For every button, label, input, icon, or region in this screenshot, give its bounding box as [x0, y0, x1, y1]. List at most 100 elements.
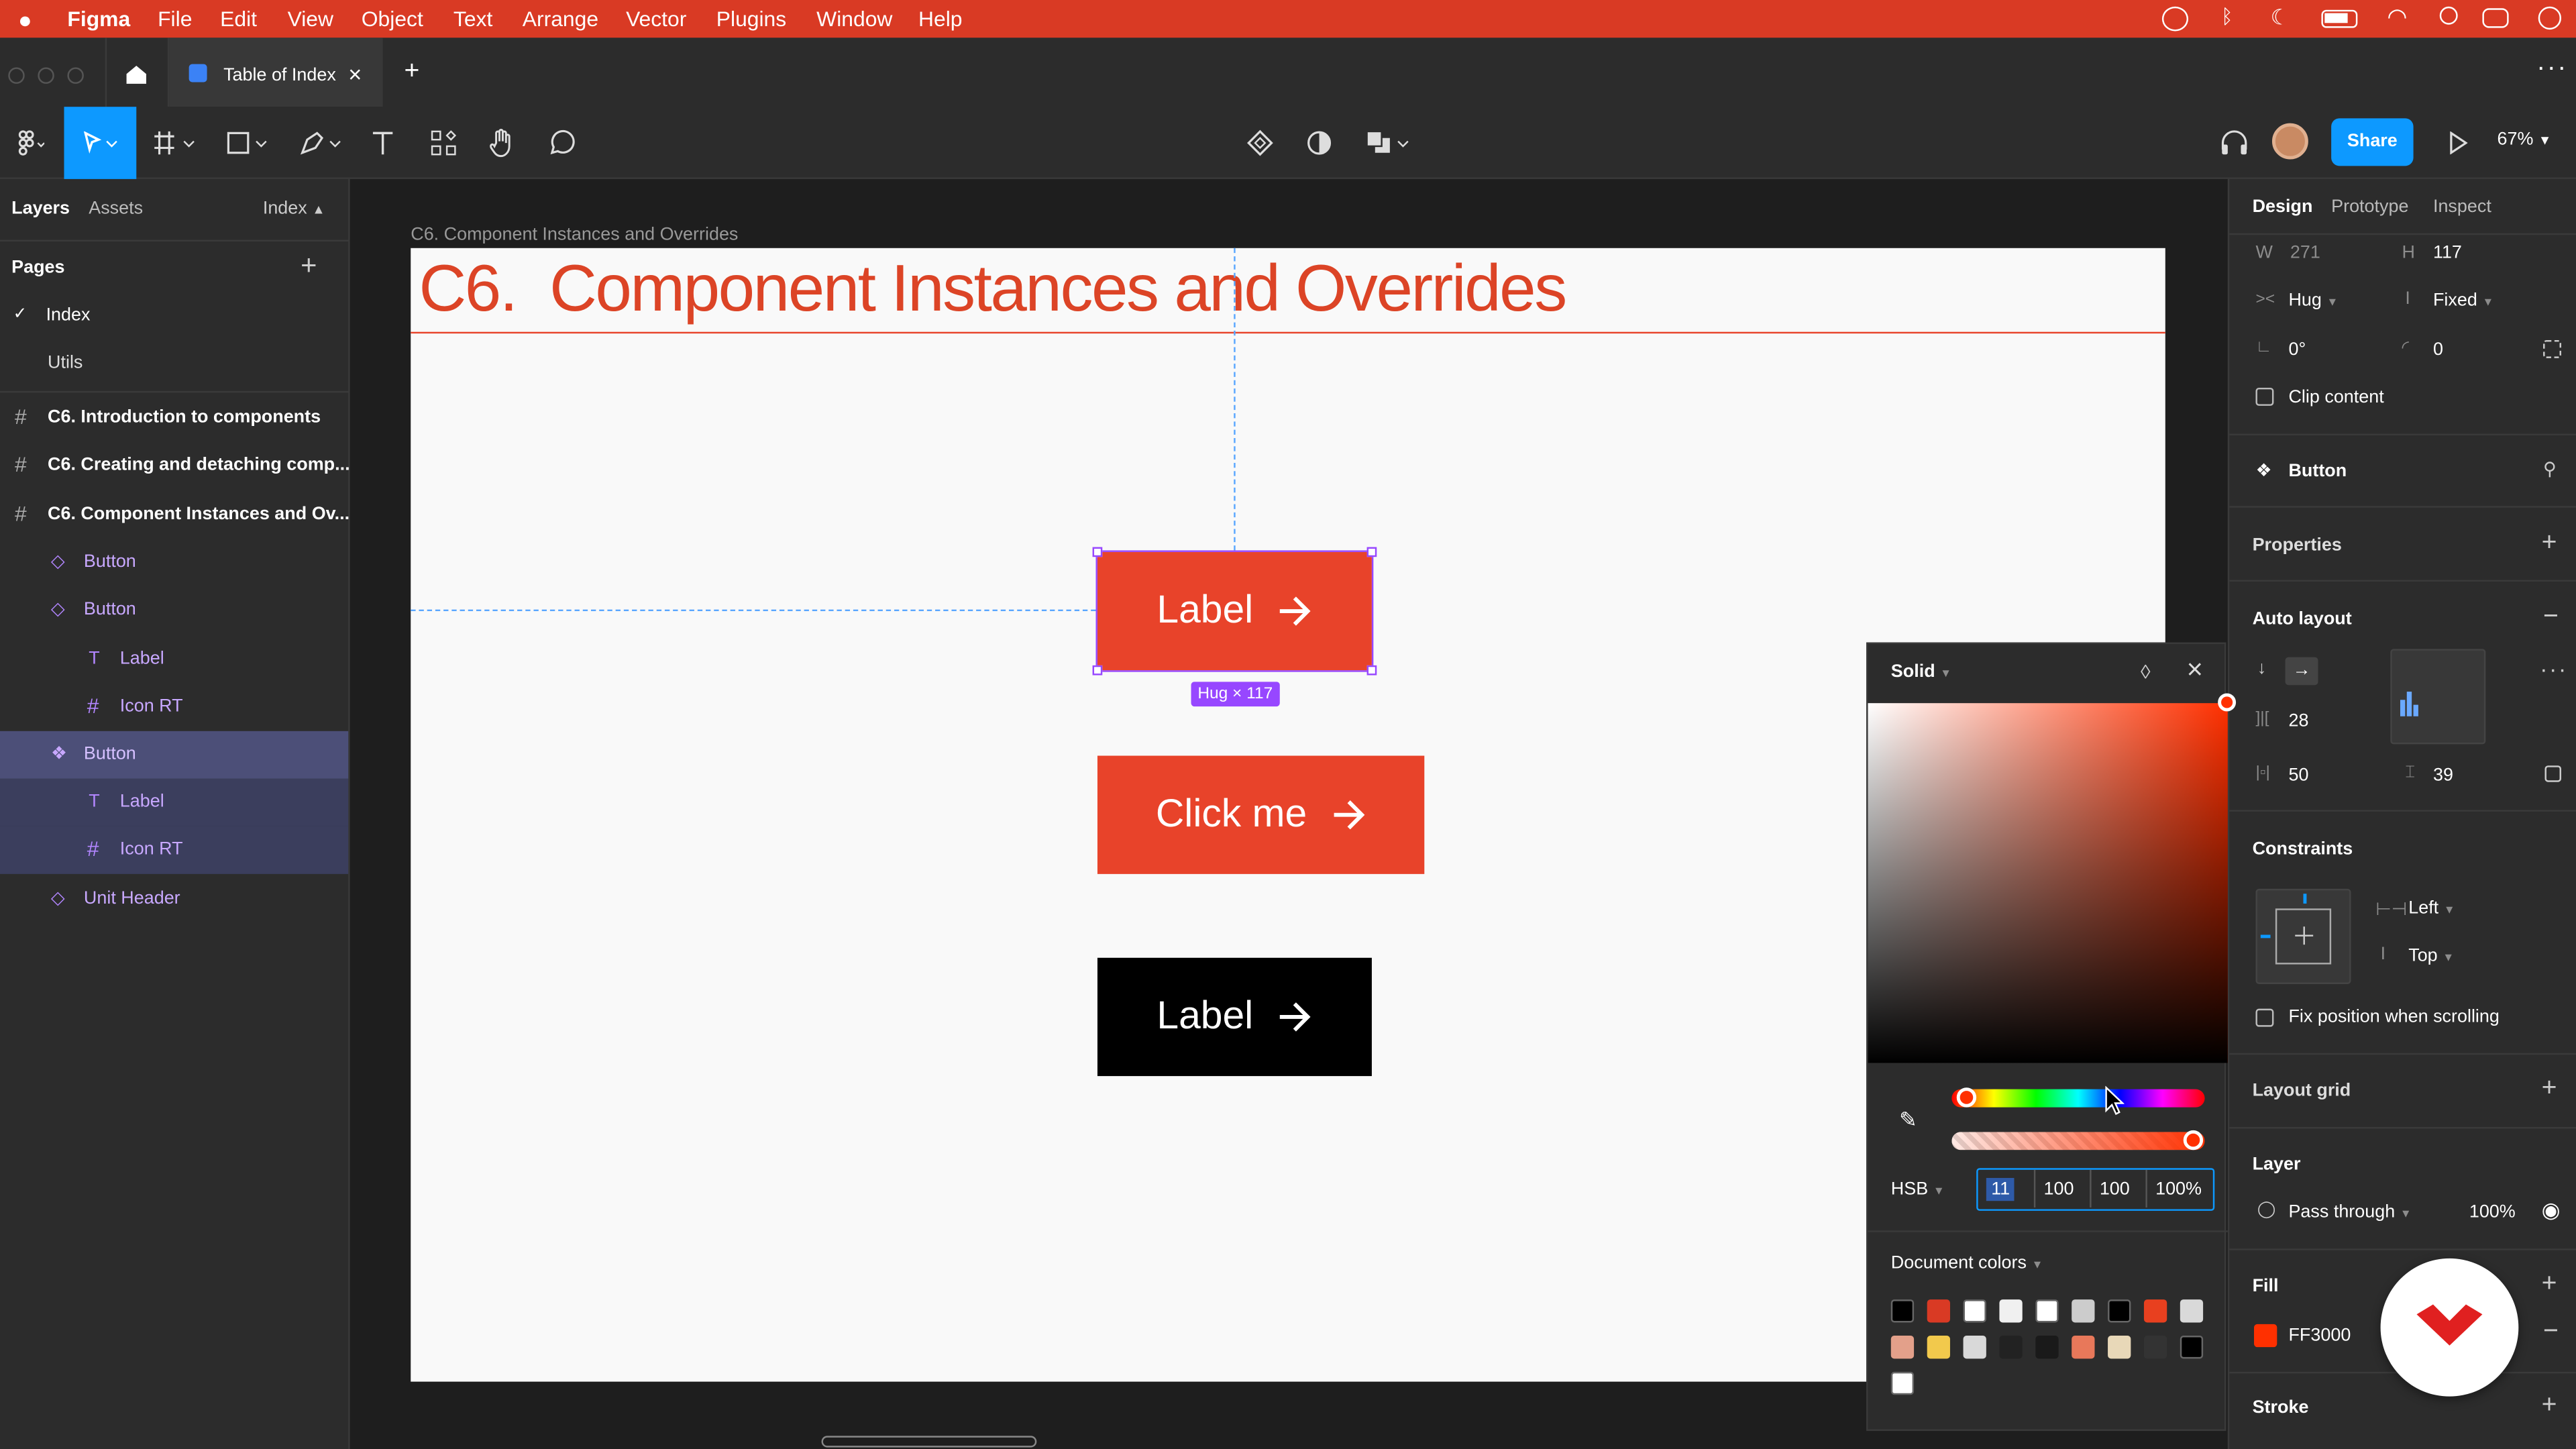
hue-input[interactable]: 11 [1991, 1179, 2010, 1199]
layer-instance[interactable]: ◇ Button [0, 586, 348, 634]
vertical-padding-input[interactable]: 39 [2433, 765, 2453, 785]
add-fill-icon[interactable]: + [2542, 1270, 2557, 1299]
main-menu-button[interactable] [0, 107, 59, 179]
app-name[interactable]: Figma [67, 7, 130, 32]
alpha-input[interactable]: 100% [2155, 1179, 2202, 1199]
layer-frame[interactable]: # C6. Component Instances and Ov... [0, 491, 350, 539]
shape-tool-button[interactable] [222, 107, 278, 179]
color-swatch[interactable] [1890, 1299, 1915, 1323]
layer-opacity-input[interactable]: 100% [2469, 1203, 2516, 1222]
window-minimize-button[interactable] [38, 67, 54, 84]
direction-horizontal-icon[interactable]: → [2285, 657, 2318, 686]
frame-name-label[interactable]: C6. Component Instances and Overrides [411, 225, 738, 245]
menu-help[interactable]: Help [918, 7, 963, 32]
color-swatch[interactable] [2180, 1299, 2204, 1323]
page-selector[interactable]: Index ▲ [263, 199, 325, 218]
blend-mode-dropdown[interactable]: Pass through ▼ [2288, 1203, 2411, 1222]
color-swatch[interactable] [1890, 1336, 1915, 1359]
home-icon[interactable] [125, 64, 148, 86]
document-colors-dropdown[interactable]: Document colors ▼ [1891, 1254, 2043, 1273]
tab-design[interactable]: Design [2253, 197, 2313, 217]
saturation-input[interactable]: 100 [2044, 1179, 2074, 1199]
color-swatch[interactable] [1999, 1299, 2023, 1323]
constraints-widget[interactable] [2255, 888, 2351, 984]
color-swatch[interactable] [1890, 1371, 1915, 1395]
menu-window[interactable]: Window [816, 7, 892, 32]
boolean-tool-button[interactable] [1360, 107, 1419, 179]
search-icon[interactable] [2439, 6, 2458, 25]
color-swatch[interactable] [2180, 1336, 2204, 1359]
control-center-icon[interactable] [2482, 8, 2509, 28]
menu-vector[interactable]: Vector [626, 7, 686, 32]
color-swatch[interactable] [2035, 1299, 2059, 1323]
component-settings-icon[interactable]: ⚲ [2543, 458, 2557, 480]
layer-text[interactable]: T Label [0, 778, 349, 826]
window-zoom-button[interactable] [67, 67, 84, 84]
rotation-input[interactable]: 0° [2288, 340, 2306, 360]
close-tab-icon[interactable]: × [348, 61, 362, 87]
style-icon[interactable]: ◊ [2141, 660, 2151, 683]
independent-corners-icon[interactable] [2543, 339, 2561, 358]
opacity-slider-handle[interactable] [2183, 1130, 2204, 1150]
layer-text[interactable]: T Label [0, 636, 348, 684]
remove-auto-layout-icon[interactable]: − [2543, 603, 2559, 633]
menu-file[interactable]: File [158, 7, 192, 32]
page-heading[interactable]: C6. Component Instances and Overrides [419, 253, 1567, 327]
tab-inspect[interactable]: Inspect [2433, 197, 2491, 217]
fill-type-dropdown[interactable]: Solid ▼ [1891, 662, 1951, 682]
menu-arrange[interactable]: Arrange [523, 7, 598, 32]
button-instance-selected[interactable]: Label [1095, 550, 1374, 672]
auto-layout-more-icon[interactable]: ··· [2540, 655, 2568, 682]
color-swatch[interactable] [1963, 1299, 1986, 1323]
pen-tool-button[interactable] [296, 107, 352, 179]
color-swatch[interactable] [1999, 1336, 2023, 1359]
color-swatch[interactable] [1963, 1336, 1986, 1359]
color-swatch[interactable] [2072, 1299, 2095, 1323]
width-mode-dropdown[interactable]: Hug ▼ [2288, 290, 2338, 310]
layer-frame[interactable]: # C6. Introduction to components [0, 394, 348, 442]
present-button[interactable] [2438, 107, 2477, 179]
tab-layers[interactable]: Layers [11, 199, 70, 218]
resources-button[interactable] [424, 107, 464, 179]
vertical-constraint-dropdown[interactable]: Top ▼ [2408, 947, 2454, 966]
width-input[interactable]: 271 [2290, 243, 2320, 262]
layer-instance[interactable]: ◇ Unit Header [0, 875, 348, 923]
button-instance[interactable]: Click me [1097, 755, 1425, 874]
height-input[interactable]: 117 [2433, 243, 2462, 262]
text-tool-button[interactable] [365, 107, 401, 179]
zoom-dropdown[interactable]: 67% ▼ [2497, 129, 2551, 149]
menu-edit[interactable]: Edit [220, 7, 257, 32]
menu-object[interactable]: Object [362, 7, 423, 32]
opacity-slider[interactable] [1951, 1132, 2205, 1150]
menu-plugins[interactable]: Plugins [716, 7, 786, 32]
mask-tool-button[interactable] [1299, 107, 1339, 179]
clip-content-checkbox[interactable] [2255, 387, 2274, 406]
bluetooth-icon[interactable]: ᛒ [2221, 5, 2233, 28]
fill-swatch[interactable] [2254, 1324, 2277, 1348]
horizontal-scrollbar[interactable] [821, 1436, 1037, 1448]
spacing-input[interactable]: 28 [2288, 711, 2308, 731]
color-swatch[interactable] [2143, 1336, 2167, 1359]
tab-prototype[interactable]: Prototype [2331, 197, 2408, 217]
direction-vertical-icon[interactable]: ↓ [2257, 659, 2266, 678]
comment-tool-button[interactable] [542, 107, 582, 179]
fix-position-checkbox[interactable] [2255, 1008, 2274, 1027]
brightness-input[interactable]: 100 [2100, 1179, 2130, 1199]
add-property-icon[interactable]: + [2542, 529, 2557, 559]
new-tab-icon[interactable]: + [404, 58, 419, 87]
wifi-icon[interactable]: ◠ [2387, 3, 2407, 32]
hue-slider-handle[interactable] [1956, 1087, 1977, 1108]
page-item-index[interactable]: ✓ Index [0, 292, 348, 340]
color-model-dropdown[interactable]: HSB ▼ [1891, 1179, 1945, 1199]
moon-icon[interactable]: ☾ [2271, 5, 2290, 31]
siri-icon[interactable] [2538, 6, 2561, 30]
battery-icon[interactable] [2321, 9, 2358, 28]
color-swatch[interactable] [2143, 1299, 2167, 1323]
layer-component-selected[interactable]: ❖ Button [0, 731, 349, 779]
height-mode-dropdown[interactable]: Fixed ▼ [2433, 290, 2493, 310]
constraint-left-marker[interactable] [2260, 934, 2271, 938]
frame-tool-button[interactable] [146, 107, 209, 179]
layer-frame[interactable]: # Icon RT [0, 684, 348, 731]
audio-button[interactable] [2214, 107, 2254, 179]
component-name[interactable]: Button [2288, 462, 2347, 481]
